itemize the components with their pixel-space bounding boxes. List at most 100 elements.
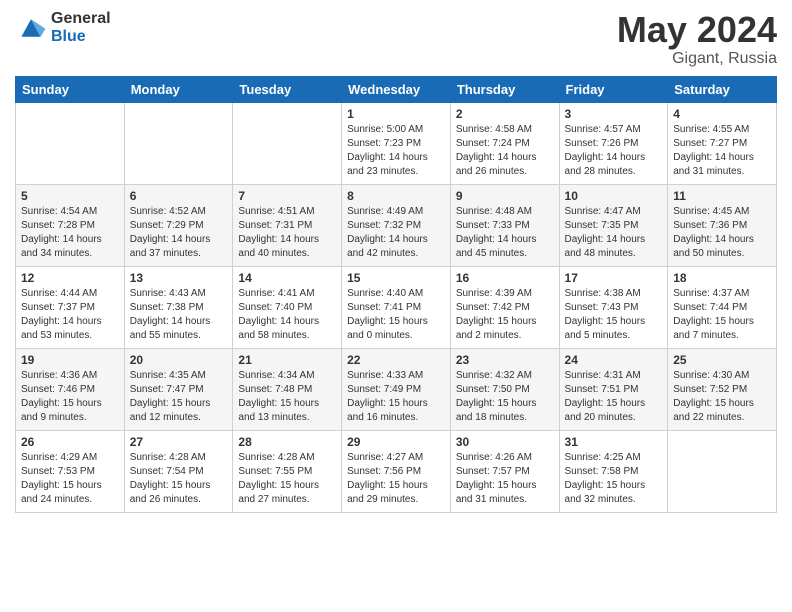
table-row: 12Sunrise: 4:44 AMSunset: 7:37 PMDayligh… [16, 266, 125, 348]
day-number: 5 [21, 189, 119, 203]
day-info: Sunrise: 4:27 AMSunset: 7:56 PMDaylight:… [347, 451, 445, 507]
month-title: May 2024 [617, 10, 777, 50]
day-number: 12 [21, 271, 119, 285]
col-friday: Friday [559, 76, 668, 102]
table-row [233, 102, 342, 184]
day-info: Sunrise: 4:45 AMSunset: 7:36 PMDaylight:… [673, 205, 771, 261]
table-row: 8Sunrise: 4:49 AMSunset: 7:32 PMDaylight… [342, 184, 451, 266]
table-row: 9 Sunrise: 4:48 AMSunset: 7:33 PMDaylight… [450, 184, 559, 266]
day-info: Sunrise: 4:28 AMSunset: 7:55 PMDaylight:… [238, 451, 336, 507]
logo-general-text: General [51, 10, 111, 28]
day-info: Sunrise: 4:51 AMSunset: 7:31 PMDaylight:… [238, 205, 336, 261]
day-number: 18 [673, 271, 771, 285]
day-number: 21 [238, 353, 336, 367]
logo-text: General Blue [51, 10, 111, 45]
day-number: 14 [238, 271, 336, 285]
table-row: 11 Sunrise: 4:45 AMSunset: 7:36 PMDayligh… [668, 184, 777, 266]
table-row: 20 Sunrise: 4:35 AMSunset: 7:47 PMDayligh… [124, 348, 233, 430]
day-number: 6 [130, 189, 228, 203]
day-info: Sunrise: 4:29 AMSunset: 7:53 PMDaylight:… [21, 451, 119, 507]
day-number: 2 [456, 107, 554, 121]
day-info: Sunrise: 4:40 AMSunset: 7:41 PMDaylight:… [347, 287, 445, 343]
day-number: 11 [673, 189, 771, 203]
day-info: Sunrise: 4:35 AMSunset: 7:47 PMDaylight:… [130, 369, 228, 425]
table-row: 26 Sunrise: 4:29 AMSunset: 7:53 PMDayligh… [16, 430, 125, 512]
day-number: 31 [565, 435, 663, 449]
table-row: 27Sunrise: 4:28 AMSunset: 7:54 PMDayligh… [124, 430, 233, 512]
table-row: 6 Sunrise: 4:52 AMSunset: 7:29 PMDaylight… [124, 184, 233, 266]
calendar-week-0: 1 Sunrise: 5:00 AMSunset: 7:23 PMDaylight… [16, 102, 777, 184]
table-row: 28 Sunrise: 4:28 AMSunset: 7:55 PMDayligh… [233, 430, 342, 512]
table-row: 17Sunrise: 4:38 AMSunset: 7:43 PMDayligh… [559, 266, 668, 348]
table-row: 23Sunrise: 4:32 AMSunset: 7:50 PMDayligh… [450, 348, 559, 430]
col-tuesday: Tuesday [233, 76, 342, 102]
table-row: 30 Sunrise: 4:26 AMSunset: 7:57 PMDayligh… [450, 430, 559, 512]
day-number: 28 [238, 435, 336, 449]
location: Gigant, Russia [617, 50, 777, 68]
day-info: Sunrise: 4:54 AMSunset: 7:28 PMDaylight:… [21, 205, 119, 261]
col-sunday: Sunday [16, 76, 125, 102]
day-number: 19 [21, 353, 119, 367]
table-row: 29Sunrise: 4:27 AMSunset: 7:56 PMDayligh… [342, 430, 451, 512]
day-info: Sunrise: 4:57 AMSunset: 7:26 PMDaylight:… [565, 123, 663, 179]
day-number: 4 [673, 107, 771, 121]
day-number: 24 [565, 353, 663, 367]
day-number: 22 [347, 353, 445, 367]
day-info: Sunrise: 4:37 AMSunset: 7:44 PMDaylight:… [673, 287, 771, 343]
table-row: 4Sunrise: 4:55 AMSunset: 7:27 PMDaylight… [668, 102, 777, 184]
table-row: 7Sunrise: 4:51 AMSunset: 7:31 PMDaylight… [233, 184, 342, 266]
day-number: 26 [21, 435, 119, 449]
table-row: 5 Sunrise: 4:54 AMSunset: 7:28 PMDaylight… [16, 184, 125, 266]
logo: General Blue [15, 10, 111, 45]
day-info: Sunrise: 4:47 AMSunset: 7:35 PMDaylight:… [565, 205, 663, 261]
table-row: 1 Sunrise: 5:00 AMSunset: 7:23 PMDaylight… [342, 102, 451, 184]
table-row: 16Sunrise: 4:39 AMSunset: 7:42 PMDayligh… [450, 266, 559, 348]
day-number: 20 [130, 353, 228, 367]
day-info: Sunrise: 4:34 AMSunset: 7:48 PMDaylight:… [238, 369, 336, 425]
day-info: Sunrise: 4:39 AMSunset: 7:42 PMDaylight:… [456, 287, 554, 343]
day-info: Sunrise: 4:48 AMSunset: 7:33 PMDaylight:… [456, 205, 554, 261]
table-row: 10Sunrise: 4:47 AMSunset: 7:35 PMDayligh… [559, 184, 668, 266]
day-info: Sunrise: 4:52 AMSunset: 7:29 PMDaylight:… [130, 205, 228, 261]
table-row: 13Sunrise: 4:43 AMSunset: 7:38 PMDayligh… [124, 266, 233, 348]
table-row: 15 Sunrise: 4:40 AMSunset: 7:41 PMDayligh… [342, 266, 451, 348]
table-row [16, 102, 125, 184]
day-info: Sunrise: 4:33 AMSunset: 7:49 PMDaylight:… [347, 369, 445, 425]
table-row: 24 Sunrise: 4:31 AMSunset: 7:51 PMDayligh… [559, 348, 668, 430]
day-info: Sunrise: 4:58 AMSunset: 7:24 PMDaylight:… [456, 123, 554, 179]
table-row: 19 Sunrise: 4:36 AMSunset: 7:46 PMDayligh… [16, 348, 125, 430]
day-info: Sunrise: 4:36 AMSunset: 7:46 PMDaylight:… [21, 369, 119, 425]
day-number: 27 [130, 435, 228, 449]
header: General Blue May 2024 Gigant, Russia [15, 10, 777, 68]
col-saturday: Saturday [668, 76, 777, 102]
table-row: 14Sunrise: 4:41 AMSunset: 7:40 PMDayligh… [233, 266, 342, 348]
calendar-week-3: 19 Sunrise: 4:36 AMSunset: 7:46 PMDayligh… [16, 348, 777, 430]
day-number: 30 [456, 435, 554, 449]
col-monday: Monday [124, 76, 233, 102]
day-info: Sunrise: 4:30 AMSunset: 7:52 PMDaylight:… [673, 369, 771, 425]
table-row: 3 Sunrise: 4:57 AMSunset: 7:26 PMDaylight… [559, 102, 668, 184]
day-number: 3 [565, 107, 663, 121]
day-info: Sunrise: 5:00 AMSunset: 7:23 PMDaylight:… [347, 123, 445, 179]
day-info: Sunrise: 4:26 AMSunset: 7:57 PMDaylight:… [456, 451, 554, 507]
day-number: 1 [347, 107, 445, 121]
page: General Blue May 2024 Gigant, Russia Sun… [0, 0, 792, 612]
calendar-week-1: 5 Sunrise: 4:54 AMSunset: 7:28 PMDaylight… [16, 184, 777, 266]
title-block: May 2024 Gigant, Russia [617, 10, 777, 68]
day-info: Sunrise: 4:38 AMSunset: 7:43 PMDaylight:… [565, 287, 663, 343]
table-row: 2 Sunrise: 4:58 AMSunset: 7:24 PMDaylight… [450, 102, 559, 184]
table-row: 22 Sunrise: 4:33 AMSunset: 7:49 PMDayligh… [342, 348, 451, 430]
calendar-week-4: 26 Sunrise: 4:29 AMSunset: 7:53 PMDayligh… [16, 430, 777, 512]
logo-icon [15, 14, 47, 42]
table-row [124, 102, 233, 184]
day-info: Sunrise: 4:31 AMSunset: 7:51 PMDaylight:… [565, 369, 663, 425]
table-row: 21 Sunrise: 4:34 AMSunset: 7:48 PMDayligh… [233, 348, 342, 430]
day-info: Sunrise: 4:25 AMSunset: 7:58 PMDaylight:… [565, 451, 663, 507]
day-info: Sunrise: 4:49 AMSunset: 7:32 PMDaylight:… [347, 205, 445, 261]
day-number: 9 [456, 189, 554, 203]
day-number: 15 [347, 271, 445, 285]
calendar-week-2: 12Sunrise: 4:44 AMSunset: 7:37 PMDayligh… [16, 266, 777, 348]
day-number: 25 [673, 353, 771, 367]
day-number: 13 [130, 271, 228, 285]
day-number: 23 [456, 353, 554, 367]
